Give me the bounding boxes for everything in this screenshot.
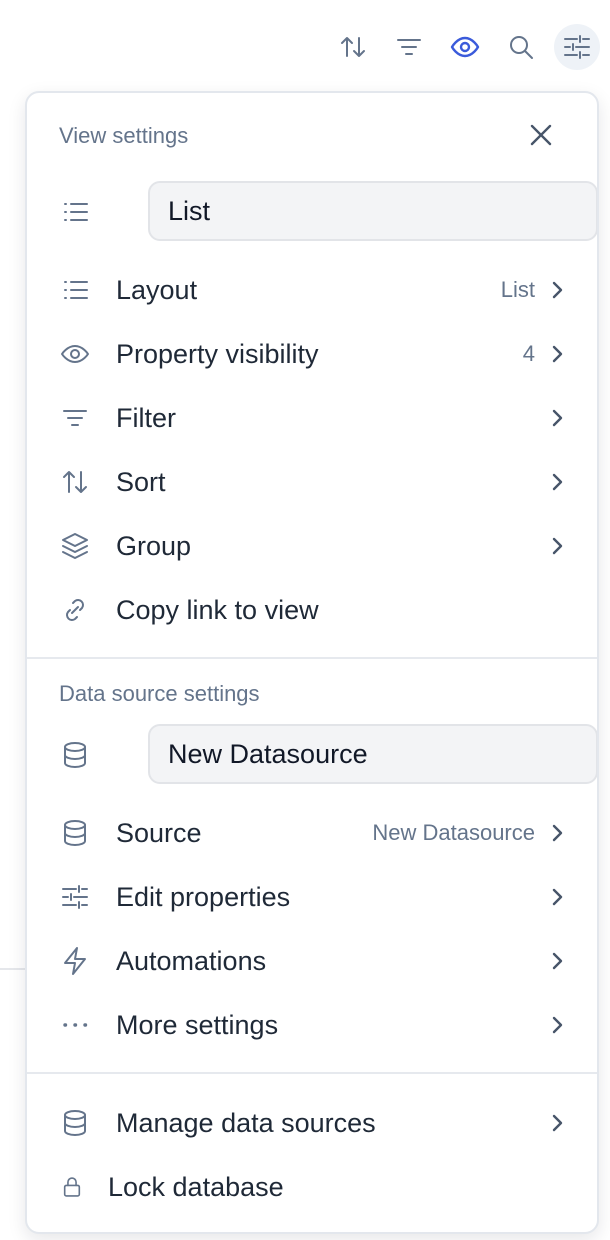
filter-icon — [59, 394, 107, 442]
database-icon — [59, 809, 107, 857]
source-value: New Datasource — [372, 820, 535, 845]
sliders-icon — [59, 873, 107, 921]
chevron-right-icon — [545, 1013, 569, 1037]
layers-icon — [59, 522, 107, 570]
property-visibility-count: 4 — [522, 341, 535, 366]
link-icon — [59, 586, 107, 634]
group-label: Group — [116, 530, 192, 561]
search-icon — [510, 36, 533, 59]
view-toolbar — [330, 22, 600, 72]
view-settings-panel: View settings Layout List Property visib… — [25, 91, 599, 1234]
copy-link-row[interactable]: Copy link to view — [59, 582, 569, 638]
chevron-right-icon — [545, 406, 569, 430]
more-dots-icon — [59, 1001, 107, 1049]
sort-icon — [341, 37, 365, 57]
filter-label: Filter — [116, 402, 176, 433]
automations-row[interactable]: Automations — [59, 933, 569, 989]
property-visibility-label: Property visibility — [116, 338, 319, 369]
chevron-right-icon — [545, 534, 569, 558]
source-row[interactable]: Source New Datasource — [59, 805, 569, 861]
sort-icon — [59, 458, 107, 506]
chevron-right-icon — [545, 470, 569, 494]
copy-link-label: Copy link to view — [116, 594, 319, 625]
filter-button[interactable] — [386, 24, 432, 70]
lock-icon — [59, 1163, 99, 1211]
database-icon — [59, 734, 101, 776]
close-button[interactable] — [525, 119, 557, 151]
lightning-icon — [59, 937, 107, 985]
view-name-input[interactable] — [148, 181, 597, 241]
layout-value: List — [500, 277, 535, 302]
chevron-right-icon — [545, 278, 569, 302]
view-settings-header: View settings — [59, 123, 189, 148]
search-button[interactable] — [498, 24, 544, 70]
property-visibility-button[interactable] — [442, 24, 488, 70]
group-row[interactable]: Group — [59, 518, 569, 574]
datasource-name-row — [59, 724, 597, 786]
layout-label: Layout — [116, 274, 198, 305]
eye-icon — [450, 36, 480, 58]
section-divider — [27, 657, 597, 659]
chevron-right-icon — [545, 1111, 569, 1135]
database-icon — [59, 1099, 107, 1147]
layout-row[interactable]: Layout List — [59, 262, 569, 318]
chevron-right-icon — [545, 885, 569, 909]
chevron-right-icon — [545, 949, 569, 973]
lock-database-row[interactable]: Lock database — [59, 1159, 569, 1215]
data-source-settings-header: Data source settings — [59, 681, 260, 706]
sort-row[interactable]: Sort — [59, 454, 569, 510]
sort-button[interactable] — [330, 24, 376, 70]
automations-label: Automations — [116, 945, 267, 976]
more-settings-label: More settings — [116, 1009, 279, 1040]
eye-icon — [59, 330, 107, 378]
close-icon — [530, 124, 552, 146]
source-label: Source — [116, 817, 202, 848]
view-name-row — [59, 181, 597, 243]
property-visibility-row[interactable]: Property visibility 4 — [59, 326, 569, 382]
list-icon — [59, 266, 107, 314]
sort-label: Sort — [116, 466, 166, 497]
section-divider — [27, 1072, 597, 1074]
chevron-right-icon — [545, 342, 569, 366]
manage-data-sources-label: Manage data sources — [116, 1107, 376, 1138]
filter-icon — [397, 39, 421, 55]
manage-data-sources-row[interactable]: Manage data sources — [59, 1095, 569, 1151]
edit-properties-row[interactable]: Edit properties — [59, 869, 569, 925]
view-settings-button[interactable] — [554, 24, 600, 70]
filter-row[interactable]: Filter — [59, 390, 569, 446]
more-settings-row[interactable]: More settings — [59, 997, 569, 1053]
list-icon — [59, 191, 101, 233]
edit-properties-label: Edit properties — [116, 881, 291, 912]
sliders-icon — [564, 35, 590, 59]
datasource-name-input[interactable] — [148, 724, 597, 784]
lock-database-label: Lock database — [108, 1171, 284, 1202]
chevron-right-icon — [545, 821, 569, 845]
